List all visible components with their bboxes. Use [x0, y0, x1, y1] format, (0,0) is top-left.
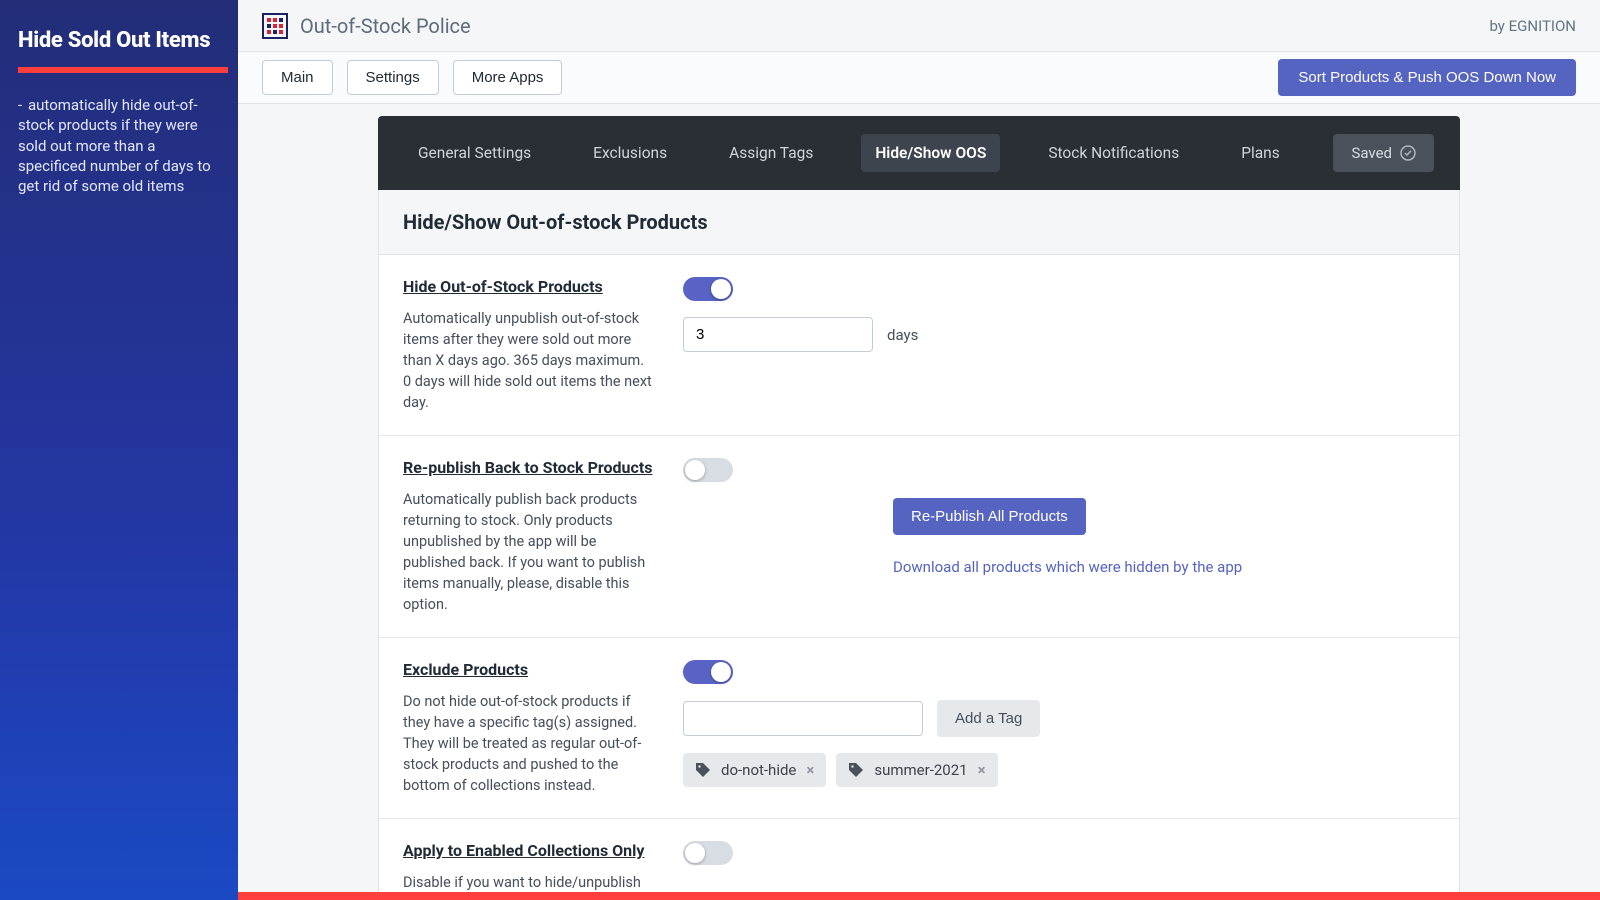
apply-collections-toggle[interactable]	[683, 841, 733, 865]
exclude-toggle[interactable]	[683, 660, 733, 684]
main-button[interactable]: Main	[262, 60, 333, 95]
days-input[interactable]	[683, 317, 873, 352]
tag-chip: summer-2021 ×	[836, 753, 997, 787]
tag-icon	[848, 762, 864, 778]
exclude-title: Exclude Products	[403, 660, 655, 679]
settings-card: Hide Out-of-Stock Products Automatically…	[378, 255, 1460, 900]
hide-oos-title: Hide Out-of-Stock Products	[403, 277, 655, 296]
app-title: Out-of-Stock Police	[300, 14, 471, 38]
tag-label: do-not-hide	[721, 761, 796, 779]
tab-hide-show-oos[interactable]: Hide/Show OOS	[861, 134, 1000, 172]
republish-toggle[interactable]	[683, 458, 733, 482]
republish-desc: Automatically publish back products retu…	[403, 489, 655, 615]
sidebar-accent	[18, 67, 228, 73]
remove-tag-icon[interactable]: ×	[806, 761, 814, 779]
republish-title: Re-publish Back to Stock Products	[403, 458, 655, 477]
check-circle-icon	[1400, 145, 1416, 161]
tab-general-settings[interactable]: General Settings	[404, 134, 545, 172]
tab-exclusions[interactable]: Exclusions	[579, 134, 681, 172]
toolbar: Main Settings More Apps Sort Products & …	[238, 52, 1600, 104]
tag-chip: do-not-hide ×	[683, 753, 826, 787]
days-unit: days	[887, 326, 918, 344]
hide-oos-toggle[interactable]	[683, 277, 733, 301]
add-tag-button[interactable]: Add a Tag	[937, 700, 1040, 737]
section-apply-collections: Apply to Enabled Collections Only Disabl…	[379, 819, 1459, 900]
tab-plans[interactable]: Plans	[1227, 134, 1294, 172]
settings-button[interactable]: Settings	[347, 60, 439, 95]
remove-tag-icon[interactable]: ×	[978, 761, 986, 779]
sidebar-title: Hide Sold Out Items	[18, 28, 220, 53]
sort-now-button[interactable]: Sort Products & Push OOS Down Now	[1278, 59, 1576, 96]
section-republish: Re-publish Back to Stock Products Automa…	[379, 436, 1459, 638]
tabbar: General Settings Exclusions Assign Tags …	[378, 116, 1460, 190]
exclude-desc: Do not hide out-of-stock products if the…	[403, 691, 655, 796]
by-line: by EGNITION	[1489, 17, 1576, 35]
card-title: Hide/Show Out-of-stock Products	[378, 190, 1460, 255]
apply-title: Apply to Enabled Collections Only	[403, 841, 655, 860]
bottom-accent-bar	[238, 892, 1600, 900]
app-logo-icon	[262, 13, 288, 39]
hide-oos-desc: Automatically unpublish out-of-stock ite…	[403, 308, 655, 413]
tab-stock-notifications[interactable]: Stock Notifications	[1034, 134, 1193, 172]
section-exclude: Exclude Products Do not hide out-of-stoc…	[379, 638, 1459, 819]
sidebar: Hide Sold Out Items -automatically hide …	[0, 0, 238, 900]
tag-input[interactable]	[683, 701, 923, 736]
more-apps-button[interactable]: More Apps	[453, 60, 563, 95]
sidebar-desc: -automatically hide out-of-stock product…	[18, 95, 220, 196]
saved-indicator: Saved	[1333, 134, 1434, 172]
download-hidden-link[interactable]: Download all products which were hidden …	[893, 558, 1242, 576]
tag-label: summer-2021	[874, 761, 967, 779]
tag-chips: do-not-hide × summer-2021 ×	[683, 753, 1435, 787]
content-area: General Settings Exclusions Assign Tags …	[238, 104, 1600, 900]
topbar: Out-of-Stock Police by EGNITION	[238, 0, 1600, 52]
tag-icon	[695, 762, 711, 778]
republish-all-button[interactable]: Re-Publish All Products	[893, 498, 1086, 535]
section-hide-oos: Hide Out-of-Stock Products Automatically…	[379, 255, 1459, 436]
tab-assign-tags[interactable]: Assign Tags	[715, 134, 827, 172]
